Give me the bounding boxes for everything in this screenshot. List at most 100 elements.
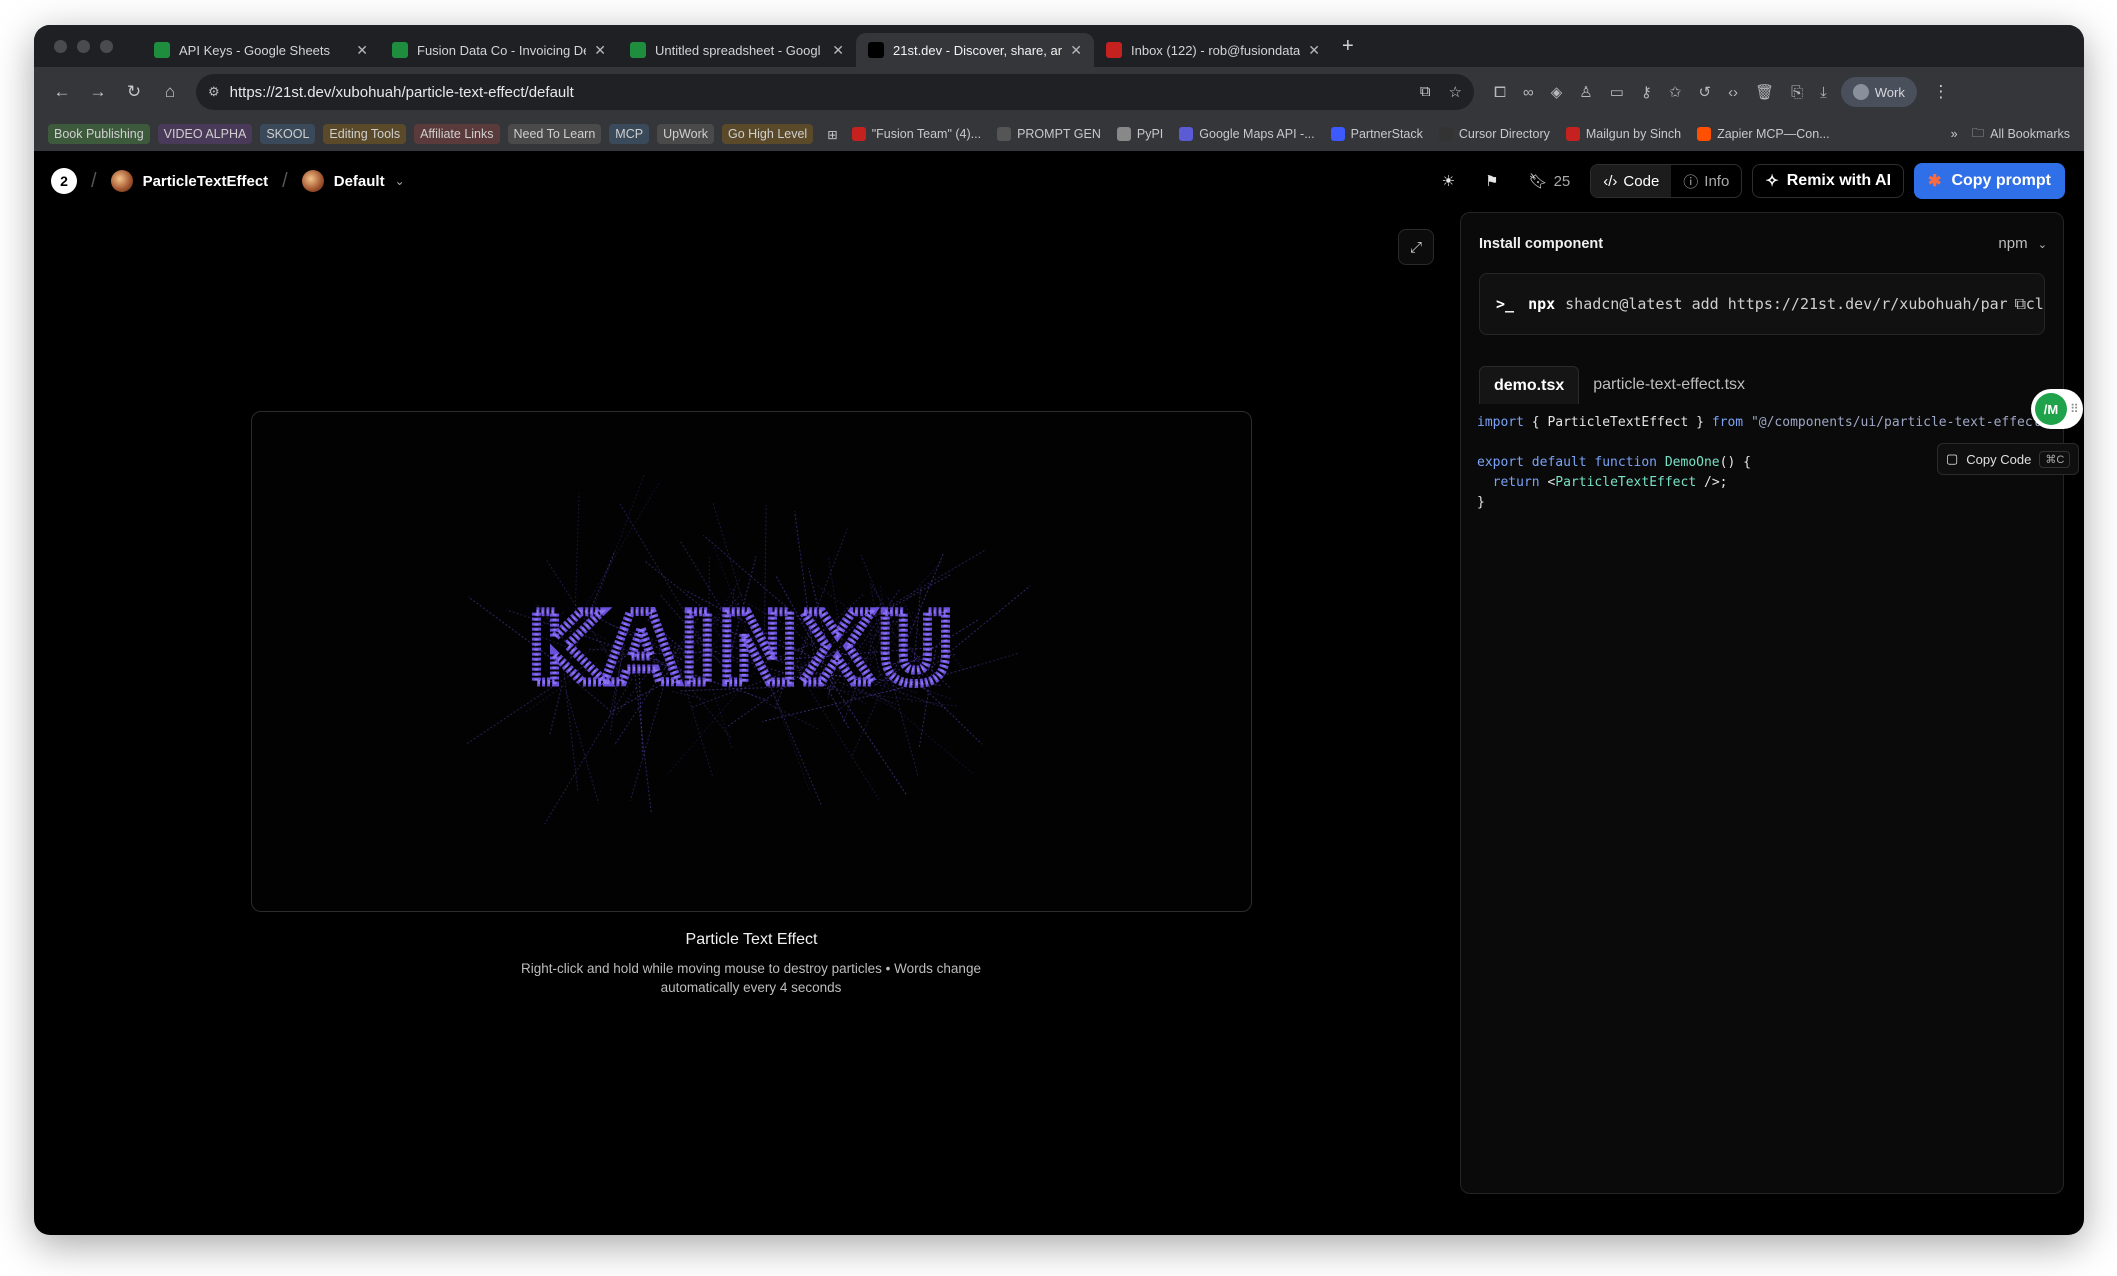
chevron-down-icon: ⌄ xyxy=(2037,239,2047,251)
browser-tab[interactable]: Fusion Data Co - Invoicing De ✕ xyxy=(380,33,618,67)
browser-tab[interactable]: Inbox (122) - rob@fusiondata ✕ xyxy=(1094,33,1332,67)
copy-code-button[interactable]: ▢ Copy Code ⌘C xyxy=(1937,443,2080,475)
bookmark-folder[interactable]: Affiliate Links xyxy=(414,124,500,144)
file-tab-particle-text-effect[interactable]: particle-text-effect.tsx xyxy=(1579,366,1759,404)
breadcrumb-component[interactable]: ParticleTextEffect xyxy=(110,170,269,192)
tab-title: 21st.dev - Discover, share, ar xyxy=(893,42,1063,58)
particle-text-canvas: KAINXUKAINXU xyxy=(466,474,1031,825)
expand-icon[interactable]: ⤢ xyxy=(1398,229,1434,265)
extension-icon[interactable]: ♙ xyxy=(1579,83,1592,101)
profile-avatar xyxy=(1852,84,1869,100)
site-info-icon[interactable]: ⚙ xyxy=(208,84,220,100)
bookmark-folder[interactable]: Go High Level xyxy=(721,124,814,144)
close-icon[interactable]: ✕ xyxy=(1070,42,1082,59)
particle-word: KAINXU xyxy=(528,593,957,705)
address-bar-row: ← → ↻ ⌂ ⚙ https://21st.dev/xubohuah/part… xyxy=(34,67,2084,117)
bookmark-folder[interactable]: Book Publishing xyxy=(48,124,150,144)
all-bookmarks[interactable]: 🗀 All Bookmarks xyxy=(1972,124,2070,145)
extensions-toolbar: ⧠ ∞ ◈ ♙ ▭ ⚷ ✩ ↺ ‹› 🗑 ⎘ ⤓ xyxy=(1494,83,1827,102)
package-manager-select[interactable]: npm ⌄ xyxy=(1998,235,2047,252)
remix-with-ai-button[interactable]: ✧ Remix with AI xyxy=(1752,164,1905,198)
browser-tab[interactable]: 21st.dev - Discover, share, ar ✕ xyxy=(856,33,1094,67)
bookmark-folder[interactable]: UpWork xyxy=(657,124,714,144)
flag-icon[interactable]: ⚑ xyxy=(1475,164,1508,198)
history-icon[interactable]: ↺ xyxy=(1698,83,1711,101)
tab-bar: API Keys - Google Sheets ✕ Fusion Data Co … xyxy=(34,25,2084,67)
variant-avatar xyxy=(301,170,324,192)
extension-icon[interactable]: ◈ xyxy=(1551,83,1563,101)
install-app-icon[interactable]: ⧉ xyxy=(1420,83,1431,101)
drag-handle-icon[interactable]: ⠿ xyxy=(2070,402,2079,416)
bookmark-folder[interactable]: Need To Learn xyxy=(507,124,602,144)
info-icon: ⓘ xyxy=(1683,173,1699,191)
breadcrumb-separator: / xyxy=(91,169,97,192)
bookmark-item[interactable]: Mailgun by Sinch xyxy=(1565,127,1681,141)
bookmark-star-icon[interactable]: ☆ xyxy=(1449,83,1462,101)
forward-icon[interactable]: → xyxy=(80,82,116,102)
code-tab[interactable]: ‹/› Code xyxy=(1591,165,1672,197)
clipboard-icon: ▢ xyxy=(1946,451,1959,466)
bookmark-favicon-icon xyxy=(1179,127,1194,141)
file-tab-demo[interactable]: demo.tsx xyxy=(1479,366,1580,404)
info-tab[interactable]: ⓘ Info xyxy=(1671,165,1741,197)
download-icon[interactable]: ⤓ xyxy=(1820,84,1827,101)
key-icon[interactable]: ⚷ xyxy=(1641,83,1652,101)
apps-grid-icon[interactable]: ⊞ xyxy=(827,127,837,142)
bookmark-item[interactable]: PyPI xyxy=(1116,127,1163,141)
command-tool: npx xyxy=(1528,295,1556,313)
close-icon[interactable]: ✕ xyxy=(594,42,606,59)
tab-title: Inbox (122) - rob@fusiondata xyxy=(1131,42,1301,58)
browser-tab[interactable]: Untitled spreadsheet - Googl ✕ xyxy=(618,33,856,67)
new-tab-button[interactable]: + xyxy=(1342,35,1354,58)
url-bar[interactable]: ⚙ https://21st.dev/xubohuah/particle-tex… xyxy=(196,74,1474,110)
site-logo[interactable]: 2 xyxy=(51,168,77,194)
close-icon[interactable]: ✕ xyxy=(832,42,844,59)
header-actions: ☀ ⚑ 🔖︎ 25 ‹/› Code ⓘ Info ✧ Remix with A… xyxy=(1432,163,2065,199)
bookmark-item[interactable]: PROMPT GEN xyxy=(997,127,1101,141)
home-icon[interactable]: ⌂ xyxy=(152,82,188,102)
particle-canvas[interactable]: KAINXU KAINXU xyxy=(251,411,1252,912)
install-heading: Install component xyxy=(1479,236,1604,252)
close-icon[interactable]: ✕ xyxy=(356,42,368,59)
bookmark-item[interactable]: Google Maps API -... xyxy=(1179,127,1315,141)
favicon-icon xyxy=(392,42,408,58)
extensions-icon[interactable]: ⧠ xyxy=(1494,84,1506,101)
file-tabs: demo.tsx particle-text-effect.tsx xyxy=(1479,366,1759,404)
copy-prompt-button[interactable]: ✱ Copy prompt xyxy=(1914,163,2065,199)
bookmark-folder[interactable]: MCP xyxy=(609,124,650,144)
bookmark-folder[interactable]: Editing Tools xyxy=(323,124,407,144)
bookmarks-bar: Book Publishing VIDEO ALPHA SKOOL Editing T… xyxy=(34,117,2084,151)
extension-logo: /M xyxy=(2035,393,2067,425)
more-bookmarks-icon[interactable]: » xyxy=(1951,127,1958,141)
menu-icon[interactable]: ⋮ xyxy=(1923,82,1959,102)
bookmark-button[interactable]: 🔖︎ 25 xyxy=(1519,164,1581,198)
grammar-extension-badge[interactable]: /M ⠿ xyxy=(2031,389,2083,429)
variant-dropdown[interactable]: Default ⌄ xyxy=(301,170,405,192)
extension-icon[interactable]: ▭ xyxy=(1610,83,1624,101)
install-command[interactable]: >_ npx shadcn@latest add https://21st.de… xyxy=(1479,273,2045,335)
browser-tab[interactable]: API Keys - Google Sheets ✕ xyxy=(142,33,380,67)
translate-icon[interactable]: ⎘ xyxy=(1791,84,1803,101)
prompt-icon: ✱ xyxy=(1928,173,1942,190)
bookmark-item[interactable]: Cursor Directory xyxy=(1438,127,1550,141)
close-icon[interactable]: ✕ xyxy=(1308,42,1320,59)
bookmark-item[interactable]: "Fusion Team" (4)... xyxy=(851,127,981,141)
tab-title: Fusion Data Co - Invoicing De xyxy=(417,42,587,58)
copy-icon[interactable]: ⧉ xyxy=(2006,294,2026,314)
bookmark-favicon-icon xyxy=(1438,127,1453,141)
favicon-icon xyxy=(868,42,884,58)
extension-icon[interactable]: ✩ xyxy=(1669,83,1682,101)
code-icon[interactable]: ‹› xyxy=(1728,84,1738,101)
back-icon[interactable]: ← xyxy=(44,82,80,102)
profile-button[interactable]: Work xyxy=(1840,77,1917,107)
bookmark-item[interactable]: Zapier MCP—Con... xyxy=(1697,127,1830,141)
component-name: ParticleTextEffect xyxy=(142,172,269,190)
window-controls[interactable] xyxy=(54,39,142,53)
reload-icon[interactable]: ↻ xyxy=(116,82,152,102)
trash-icon[interactable]: 🗑 xyxy=(1755,83,1774,101)
link-icon[interactable]: ∞ xyxy=(1523,84,1534,101)
theme-toggle-icon[interactable]: ☀ xyxy=(1432,164,1465,198)
bookmark-item[interactable]: PartnerStack xyxy=(1330,127,1423,141)
bookmark-folder[interactable]: SKOOL xyxy=(260,124,316,144)
bookmark-folder[interactable]: VIDEO ALPHA xyxy=(157,124,253,144)
